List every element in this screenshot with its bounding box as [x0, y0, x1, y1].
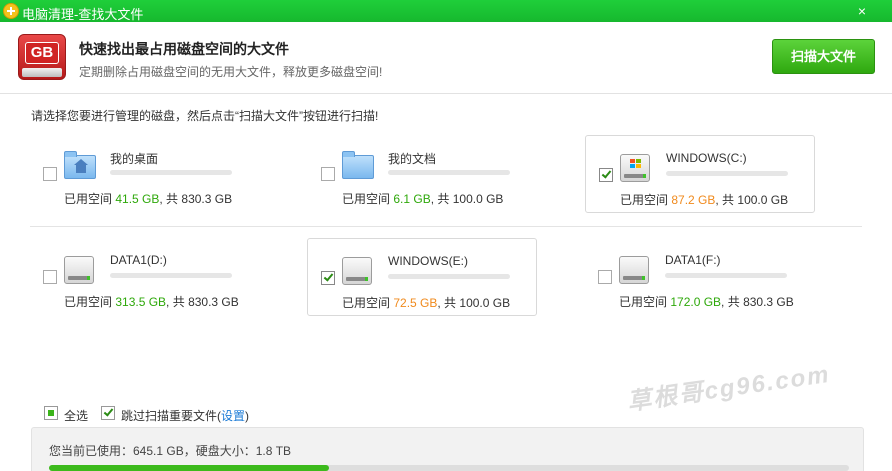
check-icon [601, 168, 612, 179]
close-icon[interactable]: × [858, 3, 866, 19]
drive-card-c[interactable]: WINDOWS(C:) 已用空间 87.2 GB, 共 100.0 GB [585, 135, 815, 213]
disk-summary: 您当前已使用：645.1 GB，硬盘大小：1.8 TB [31, 427, 864, 471]
hard-drive-icon [64, 254, 96, 284]
drive-name: WINDOWS(C:) [666, 151, 747, 165]
drive-name: DATA1(F:) [665, 253, 721, 267]
used-space: 313.5 GB [115, 295, 167, 309]
used-space: 72.5 GB [393, 296, 438, 310]
title-bar: 电脑清理-查找大文件 × [0, 0, 892, 22]
scan-large-files-button[interactable]: 扫描大文件 [772, 39, 875, 74]
total-space: 100.0 GB [452, 192, 504, 206]
total-usage-fill [49, 465, 329, 471]
drive-card-e[interactable]: WINDOWS(E:) 已用空间 72.5 GB, 共 100.0 GB [307, 238, 537, 316]
used-space: 6.1 GB [393, 192, 431, 206]
total-space: 100.0 GB [737, 193, 789, 207]
instruction-text: 请选择您要进行管理的磁盘，然后点击“扫描大文件”按钮进行扫描! [31, 109, 379, 123]
divider [30, 226, 862, 227]
usage-text: 已用空间 72.5 GB, 共 100.0 GB [342, 296, 511, 310]
check-icon [323, 271, 334, 282]
usage-bar [388, 274, 510, 279]
gb-disk-icon: GB [18, 34, 66, 80]
total-space: 830.3 GB [181, 192, 233, 206]
total-space: 100.0 GB [459, 296, 511, 310]
drive-name: 我的文档 [388, 152, 437, 166]
drive-checkbox[interactable] [599, 168, 613, 182]
window-title: 电脑清理-查找大文件 [22, 7, 144, 22]
total-space: 830.3 GB [743, 295, 794, 309]
settings-link[interactable]: 设置 [221, 409, 245, 423]
usage-text: 已用空间 313.5 GB, 共 830.3 GB [64, 295, 239, 309]
usage-bar [665, 273, 787, 278]
hard-drive-icon [342, 255, 374, 285]
usage-text: 已用空间 41.5 GB, 共 830.3 GB [64, 192, 233, 206]
usage-bar [110, 170, 232, 175]
page-subtitle: 定期删除占用磁盘空间的无用大文件，释放更多磁盘空间! [79, 65, 383, 79]
drive-name: WINDOWS(E:) [388, 254, 468, 268]
folder-icon [342, 151, 374, 181]
usage-text: 已用空间 6.1 GB, 共 100.0 GB [342, 192, 504, 206]
summary-text: 您当前已使用：645.1 GB，硬盘大小：1.8 TB [49, 444, 292, 458]
skip-important-checkbox[interactable] [101, 406, 115, 420]
select-all-label[interactable]: 全选 [64, 407, 88, 424]
skip-important-label[interactable]: 跳过扫描重要文件(设置) [121, 407, 249, 424]
drive-name: DATA1(D:) [110, 253, 167, 267]
app-logo-icon [3, 3, 19, 19]
watermark-text: 草根哥cg96.com [625, 360, 833, 417]
total-usage-bar [49, 465, 849, 471]
usage-bar [666, 171, 788, 176]
header: GB 快速找出最占用磁盘空间的大文件 定期删除占用磁盘空间的无用大文件，释放更多… [0, 22, 892, 94]
drive-checkbox[interactable] [321, 167, 335, 181]
used-space: 172.0 GB [670, 295, 722, 309]
drive-checkbox[interactable] [598, 270, 612, 284]
used-space: 41.5 GB [115, 192, 160, 206]
drive-card-f[interactable]: DATA1(F:) 已用空间 172.0 GB, 共 830.3 GB [585, 238, 815, 316]
hard-drive-icon [619, 254, 651, 284]
drive-card-d[interactable]: DATA1(D:) 已用空间 313.5 GB, 共 830.3 GB [30, 238, 260, 316]
gb-icon-label: GB [25, 42, 59, 64]
usage-text: 已用空间 87.2 GB, 共 100.0 GB [620, 193, 789, 207]
total-space: 830.3 GB [188, 295, 239, 309]
desktop-folder-icon [64, 151, 96, 181]
usage-text: 已用空间 172.0 GB, 共 830.3 GB [619, 295, 794, 309]
drive-checkbox[interactable] [43, 167, 57, 181]
page-title: 快速找出最占用磁盘空间的大文件 [79, 41, 289, 57]
windows-drive-icon [620, 152, 652, 182]
select-all-checkbox[interactable] [44, 406, 58, 420]
app-window: 电脑清理-查找大文件 × GB 快速找出最占用磁盘空间的大文件 定期删除占用磁盘… [0, 0, 892, 471]
partial-check-icon [48, 410, 54, 416]
usage-bar [388, 170, 510, 175]
drive-card-documents[interactable]: 我的文档 已用空间 6.1 GB, 共 100.0 GB [308, 135, 538, 213]
drive-card-desktop[interactable]: 我的桌面 已用空间 41.5 GB, 共 830.3 GB [30, 135, 260, 213]
usage-bar [110, 273, 232, 278]
drive-name: 我的桌面 [110, 152, 159, 166]
check-icon [103, 406, 114, 417]
drive-checkbox[interactable] [43, 270, 57, 284]
used-space: 87.2 GB [671, 193, 716, 207]
drive-checkbox[interactable] [321, 271, 335, 285]
